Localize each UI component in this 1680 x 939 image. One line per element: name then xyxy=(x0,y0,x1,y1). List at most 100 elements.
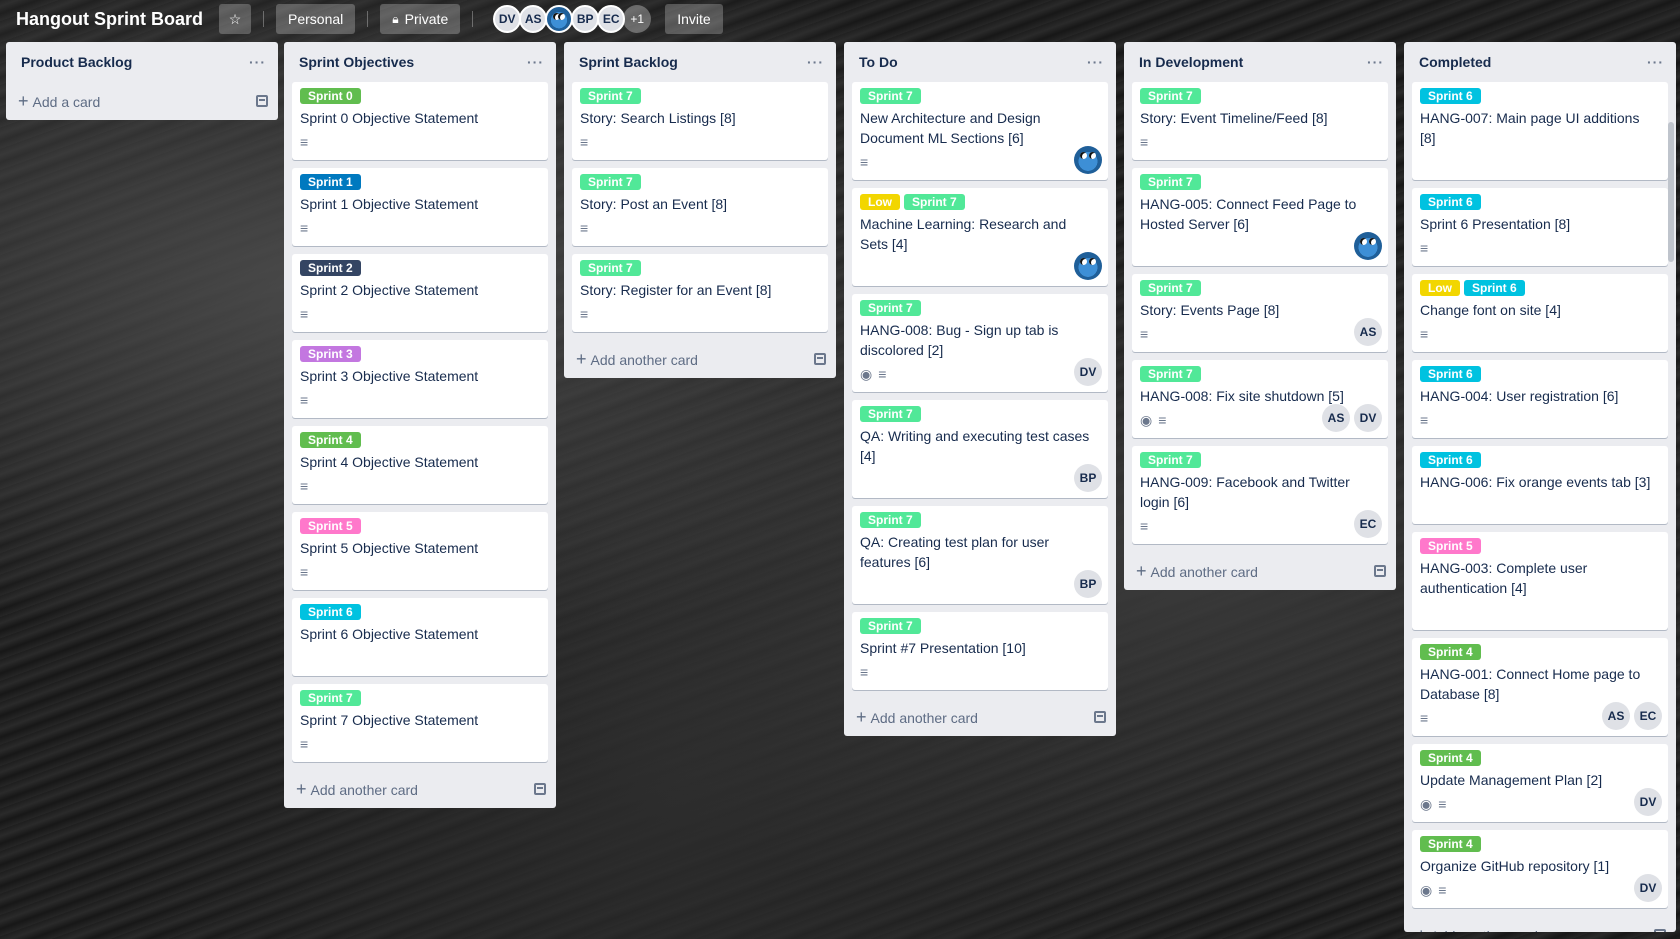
add-card-button[interactable]: +Add another card xyxy=(1124,552,1396,590)
card-template-icon[interactable] xyxy=(814,353,826,365)
list-title[interactable]: Product Backlog xyxy=(21,54,132,70)
add-card-button[interactable]: +Add another card xyxy=(564,340,836,378)
member-avatar[interactable]: DV xyxy=(1074,358,1102,386)
card-label[interactable]: Sprint 7 xyxy=(860,88,921,104)
card[interactable]: Sprint 3 Sprint 3 Objective Statement ≡ xyxy=(292,340,548,418)
card-label[interactable]: Sprint 6 xyxy=(1420,452,1481,468)
member-avatar[interactable]: DV xyxy=(1634,874,1662,902)
card-label[interactable]: Sprint 7 xyxy=(860,300,921,316)
card[interactable]: Sprint 7 HANG-009: Facebook and Twitter l… xyxy=(1132,446,1388,544)
card[interactable]: Sprint 7 QA: Creating test plan for user … xyxy=(852,506,1108,604)
list-menu-icon[interactable]: ··· xyxy=(249,54,266,70)
list-scrollbar[interactable] xyxy=(1668,122,1674,262)
add-card-composer[interactable]: +Add another card xyxy=(1136,561,1258,582)
card[interactable]: Low Sprint 6 Change font on site [4] ≡ xyxy=(1412,274,1668,352)
list-title[interactable]: Completed xyxy=(1419,54,1491,70)
card[interactable]: Low Sprint 7 Machine Learning: Research an… xyxy=(852,188,1108,286)
add-card-button[interactable]: + Add a card xyxy=(6,82,278,120)
card[interactable]: Sprint 7 New Architecture and Design Docu… xyxy=(852,82,1108,180)
card-label[interactable]: Sprint 7 xyxy=(1140,280,1201,296)
card-label[interactable]: Sprint 0 xyxy=(300,88,361,104)
card-label[interactable]: Sprint 5 xyxy=(300,518,361,534)
card-label[interactable]: Sprint 6 xyxy=(1464,280,1525,296)
card-label[interactable]: Sprint 6 xyxy=(1420,194,1481,210)
card-label[interactable]: Sprint 7 xyxy=(580,174,641,190)
card-label[interactable]: Sprint 7 xyxy=(860,512,921,528)
card-label[interactable]: Sprint 1 xyxy=(300,174,361,190)
card[interactable]: Sprint 7 Sprint 7 Objective Statement ≡ xyxy=(292,684,548,762)
list-menu-icon[interactable]: ··· xyxy=(1367,54,1384,70)
member-avatar[interactable]: BP xyxy=(571,5,600,33)
card-label[interactable]: Sprint 4 xyxy=(300,432,361,448)
card-template-icon[interactable] xyxy=(1094,711,1106,723)
card-label[interactable]: Sprint 7 xyxy=(580,88,641,104)
list-menu-icon[interactable]: ··· xyxy=(527,54,544,70)
member-avatar[interactable] xyxy=(1074,252,1102,280)
add-card-composer[interactable]: +Add another card xyxy=(1416,925,1538,933)
card[interactable]: Sprint 7 Story: Post an Event [8] ≡ xyxy=(572,168,828,246)
card[interactable]: Sprint 7 Story: Register for an Event [8]… xyxy=(572,254,828,332)
card[interactable]: Sprint 5 Sprint 5 Objective Statement ≡ xyxy=(292,512,548,590)
card-label[interactable]: Low xyxy=(1420,280,1460,296)
card-label[interactable]: Sprint 7 xyxy=(860,618,921,634)
list-title[interactable]: Sprint Backlog xyxy=(579,54,678,70)
card[interactable]: Sprint 6 HANG-007: Main page UI additions… xyxy=(1412,82,1668,180)
card[interactable]: Sprint 4 HANG-001: Connect Home page to D… xyxy=(1412,638,1668,736)
board-title[interactable]: Hangout Sprint Board xyxy=(14,5,205,34)
add-card-button[interactable]: +Add another card xyxy=(284,770,556,808)
member-avatar[interactable]: AS xyxy=(1354,318,1382,346)
card[interactable]: Sprint 5 HANG-003: Complete user authenti… xyxy=(1412,532,1668,630)
card[interactable]: Sprint 7 Sprint #7 Presentation [10] ≡ xyxy=(852,612,1108,690)
member-avatar[interactable]: EC xyxy=(597,5,626,33)
card-template-icon[interactable] xyxy=(256,95,268,107)
member-avatar[interactable] xyxy=(545,5,574,33)
add-card-button[interactable]: +Add another card xyxy=(1404,916,1676,932)
member-avatar[interactable]: EC xyxy=(1354,510,1382,538)
card-label[interactable]: Sprint 6 xyxy=(1420,88,1481,104)
card[interactable]: Sprint 7 HANG-005: Connect Feed Page to H… xyxy=(1132,168,1388,266)
card-label[interactable]: Sprint 7 xyxy=(1140,88,1201,104)
card-template-icon[interactable] xyxy=(1374,565,1386,577)
member-avatar[interactable]: DV xyxy=(1634,788,1662,816)
add-card-composer[interactable]: +Add another card xyxy=(856,707,978,728)
card-template-icon[interactable] xyxy=(1654,929,1666,932)
add-card-button[interactable]: +Add another card xyxy=(844,698,1116,736)
card-label[interactable]: Sprint 4 xyxy=(1420,644,1481,660)
card[interactable]: Sprint 7 HANG-008: Bug - Sign up tab is d… xyxy=(852,294,1108,392)
card-label[interactable]: Sprint 4 xyxy=(1420,836,1481,852)
team-button[interactable]: Personal xyxy=(276,4,356,34)
card[interactable]: Sprint 6 Sprint 6 Objective Statement xyxy=(292,598,548,676)
card[interactable]: Sprint 4 Update Management Plan [2] ◉ ≡ DV xyxy=(1412,744,1668,822)
card[interactable]: Sprint 7 Story: Event Timeline/Feed [8] ≡ xyxy=(1132,82,1388,160)
member-avatar[interactable] xyxy=(1354,232,1382,260)
card-label[interactable]: Sprint 7 xyxy=(300,690,361,706)
add-card-composer[interactable]: +Add another card xyxy=(296,779,418,800)
card-label[interactable]: Low xyxy=(860,194,900,210)
list-menu-icon[interactable]: ··· xyxy=(1087,54,1104,70)
card[interactable]: Sprint 7 Story: Search Listings [8] ≡ xyxy=(572,82,828,160)
add-card-composer[interactable]: +Add another card xyxy=(576,349,698,370)
card-label[interactable]: Sprint 6 xyxy=(1420,366,1481,382)
list-title[interactable]: Sprint Objectives xyxy=(299,54,414,70)
visibility-button[interactable]: 🔒︎ Private xyxy=(380,4,461,34)
member-avatar[interactable]: DV xyxy=(1354,404,1382,432)
card[interactable]: Sprint 4 Organize GitHub repository [1] ◉ ≡… xyxy=(1412,830,1668,908)
card-label[interactable]: Sprint 6 xyxy=(300,604,361,620)
card-label[interactable]: Sprint 4 xyxy=(1420,750,1481,766)
more-members-button[interactable]: +1 xyxy=(623,5,652,33)
card-label[interactable]: Sprint 7 xyxy=(1140,366,1201,382)
card[interactable]: Sprint 7 Story: Events Page [8] ≡ AS xyxy=(1132,274,1388,352)
member-avatar[interactable]: AS xyxy=(1322,404,1350,432)
list-title[interactable]: To Do xyxy=(859,54,898,70)
card[interactable]: Sprint 6 Sprint 6 Presentation [8] ≡ xyxy=(1412,188,1668,266)
card[interactable]: Sprint 4 Sprint 4 Objective Statement ≡ xyxy=(292,426,548,504)
member-avatar[interactable]: AS xyxy=(1602,702,1630,730)
card-label[interactable]: Sprint 7 xyxy=(580,260,641,276)
member-avatar[interactable] xyxy=(1074,146,1102,174)
invite-button[interactable]: Invite xyxy=(665,4,723,34)
card[interactable]: Sprint 6 HANG-004: User registration [6] ≡ xyxy=(1412,360,1668,438)
card[interactable]: Sprint 1 Sprint 1 Objective Statement ≡ xyxy=(292,168,548,246)
card-label[interactable]: Sprint 2 xyxy=(300,260,361,276)
list-title[interactable]: In Development xyxy=(1139,54,1243,70)
star-button[interactable]: ☆ xyxy=(219,4,251,34)
